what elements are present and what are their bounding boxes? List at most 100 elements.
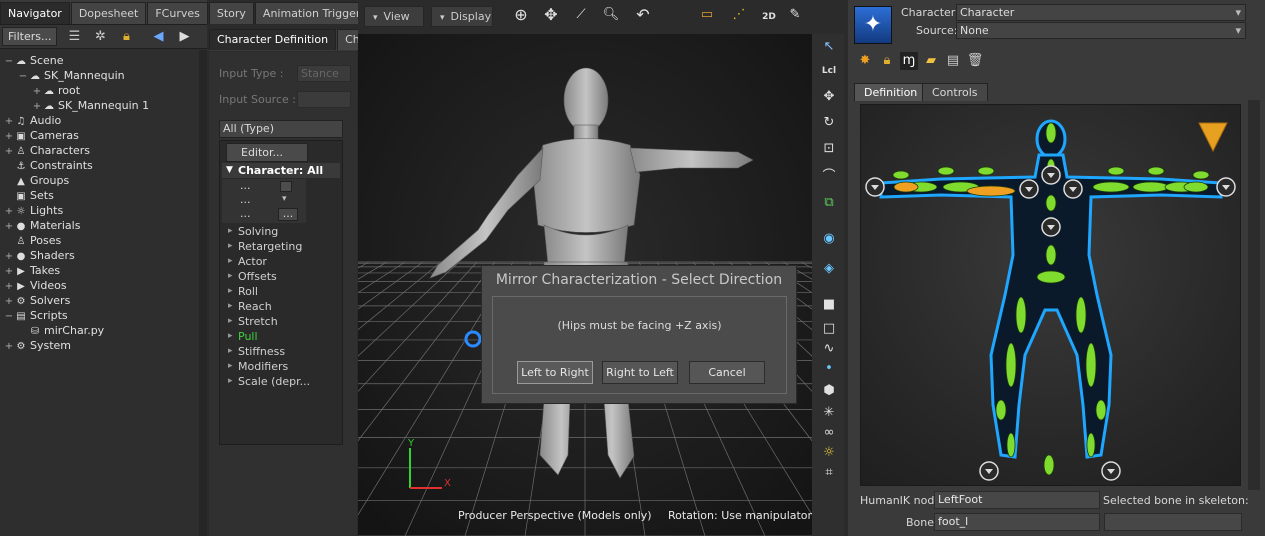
- tree-item[interactable]: ▣ Sets: [0, 188, 207, 203]
- pivot-icon[interactable]: ⧉: [820, 194, 838, 212]
- ellipsis-button[interactable]: ...: [278, 208, 298, 221]
- property-row[interactable]: Roll: [220, 284, 342, 299]
- expand-icon[interactable]: +: [4, 339, 14, 354]
- property-row[interactable]: Solving: [220, 224, 342, 239]
- property-row[interactable]: Modifiers: [220, 359, 342, 374]
- tab-navigator[interactable]: Navigator: [0, 2, 70, 24]
- tree-item[interactable]: + ▶ Takes: [0, 263, 207, 278]
- collapse-icon[interactable]: −: [4, 309, 14, 324]
- undo-arc-icon[interactable]: ↶: [634, 6, 652, 24]
- dropdown-arrow-icon[interactable]: ▾: [282, 194, 287, 204]
- lock-icon[interactable]: 🔒︎: [878, 52, 896, 70]
- property-row[interactable]: Reach: [220, 299, 342, 314]
- right-to-left-button[interactable]: Right to Left: [602, 361, 678, 384]
- expand-icon[interactable]: +: [4, 219, 14, 234]
- tree-item[interactable]: + ♙ Characters: [0, 143, 207, 158]
- hexagon-icon[interactable]: ⬢: [820, 382, 838, 400]
- character-all-header[interactable]: ▼ Character: All: [222, 163, 340, 178]
- tree-item[interactable]: + ☁ SK_Mannequin 1: [0, 98, 207, 113]
- property-row[interactable]: Stretch: [220, 314, 342, 329]
- input-type-field[interactable]: Stance: [297, 64, 351, 82]
- property-row[interactable]: Pull: [220, 329, 342, 344]
- view-menu-button[interactable]: ▾ View: [364, 6, 424, 27]
- lock-icon[interactable]: 🔒︎: [117, 28, 135, 46]
- collapse-icon[interactable]: −: [18, 69, 28, 84]
- cancel-button[interactable]: Cancel: [689, 361, 765, 384]
- selected-bone-field[interactable]: [1104, 513, 1242, 531]
- star-icon[interactable]: ✸: [856, 52, 874, 70]
- filters-button[interactable]: Filters...: [2, 27, 58, 46]
- tab-character-definition[interactable]: Character Definition: [209, 29, 337, 50]
- expand-icon[interactable]: +: [4, 144, 14, 159]
- back-arrow-icon[interactable]: ◀: [149, 28, 167, 46]
- expand-icon[interactable]: +: [4, 249, 14, 264]
- expand-icon[interactable]: +: [4, 129, 14, 144]
- curve-icon[interactable]: ∿: [820, 340, 838, 358]
- folder-icon[interactable]: ▰: [922, 52, 940, 70]
- tab-fcurves[interactable]: FCurves: [147, 2, 208, 24]
- expand-icon[interactable]: +: [4, 264, 14, 279]
- tree-item[interactable]: ⛁ mirChar.py: [0, 323, 207, 338]
- bone-field[interactable]: foot_l: [934, 513, 1100, 531]
- path-tool-icon[interactable]: ⋰: [730, 6, 748, 24]
- light-tool-icon[interactable]: ☼: [820, 444, 838, 462]
- tree-item[interactable]: + ☁ root: [0, 83, 207, 98]
- skin-icon[interactable]: ⌒: [820, 168, 838, 186]
- property-row[interactable]: Scale (depr...: [220, 374, 342, 389]
- camera-orbit-icon[interactable]: ◉: [820, 230, 838, 248]
- tab-dopesheet[interactable]: Dopesheet: [70, 2, 147, 24]
- type-filter-combo[interactable]: All (Type): [219, 120, 343, 138]
- source-combo[interactable]: None: [956, 22, 1246, 39]
- marker-icon[interactable]: ◈: [820, 260, 838, 278]
- translate-icon[interactable]: ✥: [820, 88, 838, 106]
- filter-options-icon[interactable]: ✲: [91, 28, 109, 46]
- navigator-scrollbar[interactable]: [199, 50, 207, 536]
- rotate-gizmo-icon[interactable]: ⊕: [512, 6, 530, 24]
- expand-icon[interactable]: +: [4, 294, 14, 309]
- scale-icon[interactable]: ⊡: [820, 140, 838, 158]
- cube-outline-icon[interactable]: □: [820, 320, 838, 338]
- tree-item[interactable]: − ☁ Scene: [0, 53, 207, 68]
- zoom-tool-icon[interactable]: 🔍︎: [602, 6, 620, 24]
- character-combo[interactable]: Character: [956, 4, 1246, 21]
- select-arrow-icon[interactable]: ↖: [820, 38, 838, 56]
- tab-animation-trigger[interactable]: Animation Trigger: [254, 2, 369, 24]
- expand-icon[interactable]: +: [4, 114, 14, 129]
- left-to-right-button[interactable]: Left to Right: [517, 361, 593, 384]
- translate-gizmo-icon[interactable]: ✥: [542, 6, 560, 24]
- characterize-icon[interactable]: ɱ: [900, 52, 918, 70]
- tree-item[interactable]: ⚓ Constraints: [0, 158, 207, 173]
- editor-button[interactable]: Editor...: [226, 143, 308, 162]
- property-row[interactable]: Offsets: [220, 269, 342, 284]
- tree-item[interactable]: + ⚙ System: [0, 338, 207, 353]
- point-icon[interactable]: •: [820, 360, 838, 378]
- tree-item[interactable]: + ▣ Cameras: [0, 128, 207, 143]
- local-space-icon[interactable]: Lcl: [820, 62, 838, 80]
- tab-definition[interactable]: Definition: [854, 83, 928, 101]
- property-row[interactable]: Retargeting: [220, 239, 342, 254]
- input-source-field[interactable]: [297, 90, 351, 108]
- expand-icon[interactable]: +: [4, 279, 14, 294]
- tree-item[interactable]: ▲ Groups: [0, 173, 207, 188]
- ruler-tool-icon[interactable]: ▭: [698, 6, 716, 24]
- tree-item[interactable]: + ● Materials: [0, 218, 207, 233]
- line-tool-icon[interactable]: ⟋: [572, 6, 590, 24]
- humanik-node-field[interactable]: LeftFoot: [934, 491, 1100, 509]
- forward-arrow-icon[interactable]: ▶: [175, 28, 193, 46]
- collapse-icon[interactable]: −: [4, 54, 14, 69]
- null-icon[interactable]: ✳: [820, 404, 838, 422]
- cube-solid-icon[interactable]: ■: [820, 296, 838, 314]
- expand-icon[interactable]: +: [32, 99, 42, 114]
- tree-item[interactable]: + ● Shaders: [0, 248, 207, 263]
- property-row[interactable]: Actor: [220, 254, 342, 269]
- tree-item[interactable]: + ⚙ Solvers: [0, 293, 207, 308]
- tree-item[interactable]: + ▶ Videos: [0, 278, 207, 293]
- tree-item[interactable]: − ▤ Scripts: [0, 308, 207, 323]
- rotate-icon[interactable]: ↻: [820, 114, 838, 132]
- frame-icon[interactable]: ⌗: [820, 464, 838, 482]
- property-row[interactable]: Stiffness: [220, 344, 342, 359]
- tree-item[interactable]: + ☼ Lights: [0, 203, 207, 218]
- display-menu-button[interactable]: ▾ Display: [431, 6, 493, 27]
- humanik-figure-view[interactable]: [860, 104, 1241, 486]
- tab-controls[interactable]: Controls: [922, 83, 988, 101]
